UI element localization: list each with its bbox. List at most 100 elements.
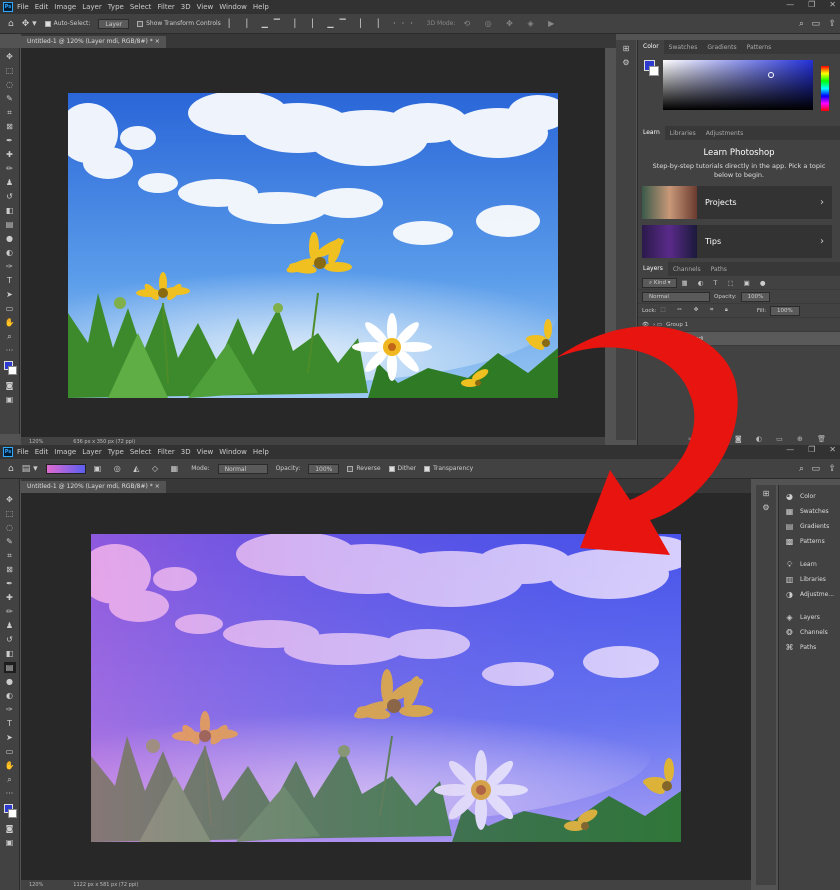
blur-tool-icon[interactable]: ● xyxy=(4,676,16,687)
minimize-icon[interactable]: — xyxy=(786,0,794,9)
layer-select-dropdown[interactable]: Layer xyxy=(98,18,130,29)
transparency-checkbox[interactable] xyxy=(424,465,431,472)
history-panel-icon[interactable]: ⊞ xyxy=(620,43,632,54)
close-icon[interactable]: ✕ xyxy=(829,445,836,454)
menu-layer[interactable]: Layer xyxy=(82,3,102,11)
properties-panel-icon[interactable]: ⚙ xyxy=(760,502,772,513)
close-tab-icon[interactable]: × xyxy=(155,483,160,490)
layers-bottom-icons[interactable]: ∞ fx ◙ ◐ ▭ ⊕ 🗑︎ xyxy=(688,435,832,443)
workspace-icon[interactable]: ▭ xyxy=(811,464,820,474)
reverse-checkbox[interactable] xyxy=(347,465,354,472)
dock-channels[interactable]: ❂ Channels xyxy=(779,625,840,640)
tab-learn[interactable]: Learn xyxy=(638,126,665,140)
rectangle-tool-icon[interactable]: ▭ xyxy=(4,303,16,314)
workspace-icon[interactable]: ▭ xyxy=(811,19,820,29)
hand-tool-icon[interactable]: ✋ xyxy=(4,760,16,771)
layer-row-group[interactable]: 👁︎ › ▭ Group 1 xyxy=(638,318,840,332)
screen-mode-icon[interactable]: ▣ xyxy=(4,837,16,848)
marquee-tool-icon[interactable]: ⬚ xyxy=(4,508,16,519)
move-tool-icon[interactable]: ✥ xyxy=(4,51,16,62)
transform-checkbox[interactable] xyxy=(137,20,144,27)
learn-tips-button[interactable]: Tips › xyxy=(642,225,832,258)
menu-layer[interactable]: Layer xyxy=(82,448,102,456)
tab-adjustments[interactable]: Adjustments xyxy=(701,130,749,137)
pen-tool-icon[interactable]: ✑ xyxy=(4,704,16,715)
frame-tool-icon[interactable]: ⊠ xyxy=(4,121,16,132)
original-photo[interactable] xyxy=(68,93,558,398)
menu-image[interactable]: Image xyxy=(54,3,76,11)
gradient-tool-active-icon[interactable]: ▤ xyxy=(3,662,16,673)
layer-filter-kind[interactable]: ⌕ Kind ▾ xyxy=(642,277,678,288)
brush-tool-icon[interactable]: ✏ xyxy=(4,606,16,617)
blend-mode-dropdown[interactable]: Normal xyxy=(642,291,710,302)
eyedropper-icon[interactable]: ✒ xyxy=(4,578,16,589)
document-tab[interactable]: Untitled-1 @ 120% (Layer mdi, RGB/8#) * … xyxy=(21,481,166,493)
restore-icon[interactable]: ❐ xyxy=(808,0,815,9)
restore-icon[interactable]: ❐ xyxy=(808,445,815,454)
more-tools-icon[interactable]: ··· xyxy=(4,788,16,799)
opacity-field[interactable]: 100% xyxy=(308,463,340,474)
menu-type[interactable]: Type xyxy=(108,448,124,456)
path-select-icon[interactable]: ➤ xyxy=(4,732,16,743)
hue-slider[interactable] xyxy=(821,66,829,111)
edited-photo[interactable] xyxy=(91,534,681,842)
quick-select-icon[interactable]: ✎ xyxy=(4,93,16,104)
opacity-field[interactable]: 100% xyxy=(740,291,771,302)
menu-file[interactable]: File xyxy=(17,448,29,456)
move-tool-icon[interactable]: ✥ ▾ xyxy=(22,19,37,29)
color-picker-field[interactable] xyxy=(663,60,813,110)
blur-tool-icon[interactable]: ● xyxy=(4,233,16,244)
brush-tool-icon[interactable]: ✏ xyxy=(4,163,16,174)
dock-libraries[interactable]: ▥ Libraries xyxy=(779,572,840,587)
hand-tool-icon[interactable]: ✋ xyxy=(4,317,16,328)
lasso-tool-icon[interactable]: ◌ xyxy=(4,522,16,533)
search-icon[interactable]: ⌕ xyxy=(799,464,804,474)
tab-layers[interactable]: Layers xyxy=(638,262,668,276)
menu-3d[interactable]: 3D xyxy=(181,448,191,456)
share-icon[interactable]: ⇪ xyxy=(828,19,836,29)
background-color-swatch[interactable] xyxy=(649,66,659,76)
menu-3d[interactable]: 3D xyxy=(181,3,191,11)
menu-type[interactable]: Type xyxy=(108,3,124,11)
align-icons[interactable]: ▏▕ ▁▔ ▏▕ ▁▔ ▏▕ ··· xyxy=(229,19,419,28)
menu-filter[interactable]: Filter xyxy=(157,448,174,456)
tab-patterns[interactable]: Patterns xyxy=(742,44,777,51)
layer-row-selected[interactable]: Layer mdi xyxy=(638,332,840,346)
gradient-tool-icon[interactable]: ▤ xyxy=(4,219,16,230)
tab-gradients[interactable]: Gradients xyxy=(702,44,741,51)
tab-libraries[interactable]: Libraries xyxy=(665,130,701,137)
eyedropper-icon[interactable]: ✒ xyxy=(4,135,16,146)
3d-icons[interactable]: ⟲ ◎ ✥ ◈ ▶ xyxy=(463,19,560,28)
dither-checkbox[interactable] xyxy=(388,465,395,472)
path-select-icon[interactable]: ➤ xyxy=(4,289,16,300)
tab-color[interactable]: Color xyxy=(638,40,664,54)
tab-swatches[interactable]: Swatches xyxy=(664,44,703,51)
dodge-tool-icon[interactable]: ◐ xyxy=(4,247,16,258)
tab-channels[interactable]: Channels xyxy=(668,266,706,273)
dock-patterns[interactable]: ▩ Patterns xyxy=(779,534,840,549)
zoom-level[interactable]: 120% xyxy=(29,882,43,888)
learn-projects-button[interactable]: Projects › xyxy=(642,186,832,219)
minimize-icon[interactable]: — xyxy=(786,445,794,454)
crop-tool-icon[interactable]: ⌗ xyxy=(4,107,16,118)
healing-brush-icon[interactable]: ✚ xyxy=(4,592,16,603)
menu-image[interactable]: Image xyxy=(54,448,76,456)
home-icon[interactable]: ⌂ xyxy=(8,19,14,29)
dock-color[interactable]: ◕ Color xyxy=(779,489,840,504)
menu-help[interactable]: Help xyxy=(253,3,269,11)
share-icon[interactable]: ⇪ xyxy=(828,464,836,474)
history-brush-icon[interactable]: ↺ xyxy=(4,634,16,645)
gradient-tool-icon[interactable]: ▤ ▾ xyxy=(22,464,38,474)
lock-icons[interactable]: ⬚ ✏ ✥ ⌗ 🔒︎ xyxy=(660,307,732,314)
home-icon[interactable]: ⌂ xyxy=(8,464,14,474)
healing-brush-icon[interactable]: ✚ xyxy=(4,149,16,160)
search-icon[interactable]: ⌕ xyxy=(799,19,804,29)
gradient-preview[interactable] xyxy=(45,463,86,474)
quick-select-icon[interactable]: ✎ xyxy=(4,536,16,547)
quick-mask-icon[interactable]: ◙ xyxy=(4,823,16,834)
dock-swatches[interactable]: ▦ Swatches xyxy=(779,504,840,519)
menu-view[interactable]: View xyxy=(197,448,214,456)
dock-adjustments[interactable]: ◑ Adjustme... xyxy=(779,587,840,602)
clone-stamp-icon[interactable]: ♟ xyxy=(4,177,16,188)
frame-tool-icon[interactable]: ⊠ xyxy=(4,564,16,575)
